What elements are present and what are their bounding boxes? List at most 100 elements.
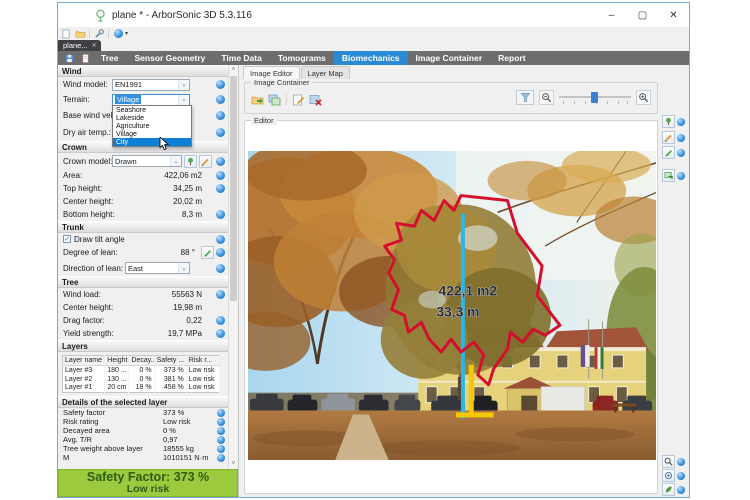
help-icon[interactable] bbox=[216, 210, 225, 219]
wind-model-combo[interactable]: EN1991 ⌄ bbox=[112, 79, 190, 91]
copy-to-layer-map-button[interactable] bbox=[662, 169, 675, 182]
yield-strength-value: 19,7 MPa bbox=[168, 329, 202, 338]
help-icon[interactable] bbox=[216, 128, 225, 137]
terrain-option-village[interactable]: Village bbox=[113, 130, 191, 138]
menu-tomograms[interactable]: Tomograms bbox=[270, 51, 334, 65]
crown-model-combo[interactable]: Drawn ⌄ bbox=[112, 155, 182, 167]
open-project-icon[interactable] bbox=[74, 28, 86, 39]
drag-factor-label: Drag factor: bbox=[63, 316, 105, 325]
tab-layer-map[interactable]: Layer Map bbox=[301, 66, 350, 79]
menu-report[interactable]: Report bbox=[490, 51, 533, 65]
help-icon[interactable] bbox=[216, 264, 225, 273]
layer-row-1[interactable]: Layer #1 20 cm 18 % 458 % Low risk bbox=[63, 384, 220, 393]
chevron-down-icon[interactable]: ⌄ bbox=[170, 156, 181, 166]
help-icon[interactable] bbox=[677, 458, 685, 466]
help-icon[interactable] bbox=[217, 445, 225, 453]
draw-crown-button[interactable] bbox=[662, 131, 675, 144]
magnifier-tool-button[interactable] bbox=[662, 455, 675, 468]
crown-draw-button[interactable] bbox=[199, 155, 212, 168]
scroll-up-icon[interactable]: ˄ bbox=[229, 65, 238, 75]
tab-image-editor[interactable]: Image Editor bbox=[243, 66, 300, 79]
help-icon[interactable] bbox=[112, 28, 124, 39]
zoom-in-icon[interactable] bbox=[636, 90, 651, 105]
toolbar-separator bbox=[89, 29, 90, 38]
report-file-icon[interactable] bbox=[80, 53, 90, 63]
col-layer-name[interactable]: Layer name bbox=[63, 356, 105, 366]
draw-tilt-checkbox[interactable]: ✓ bbox=[63, 235, 71, 243]
help-icon[interactable] bbox=[677, 118, 685, 126]
draw-lean-button[interactable] bbox=[201, 246, 214, 259]
new-project-icon[interactable] bbox=[60, 28, 72, 39]
chevron-down-icon[interactable]: ⌄ bbox=[178, 95, 189, 105]
col-risk[interactable]: Risk r... bbox=[186, 356, 219, 366]
menu-sensor-geometry[interactable]: Sensor Geometry bbox=[127, 51, 214, 65]
crown-bottom-row: Bottom height: 8,3 m bbox=[58, 208, 228, 221]
save-icon[interactable] bbox=[64, 53, 74, 63]
filter-funnel-button[interactable] bbox=[516, 90, 534, 105]
scroll-down-icon[interactable]: ˅ bbox=[229, 459, 238, 469]
tree-photo[interactable]: 422,1 m2 33,3 m bbox=[248, 151, 656, 460]
focus-tool-button[interactable] bbox=[662, 469, 675, 482]
help-icon[interactable] bbox=[216, 184, 225, 193]
help-icon[interactable] bbox=[216, 95, 225, 104]
zoom-slider[interactable] bbox=[559, 90, 631, 105]
menu-biomechanics[interactable]: Biomechanics bbox=[334, 51, 408, 65]
help-icon[interactable] bbox=[216, 290, 225, 299]
scrollbar-thumb[interactable] bbox=[230, 76, 237, 301]
menu-time-data[interactable]: Time Data bbox=[213, 51, 269, 65]
layer-row-3[interactable]: Layer #3 180 ... 0 % 373 % Low risk bbox=[63, 366, 220, 375]
help-dropdown-caret[interactable]: ▾ bbox=[125, 30, 128, 37]
close-button[interactable]: ✕ bbox=[658, 3, 689, 27]
help-icon[interactable] bbox=[677, 149, 685, 157]
col-height[interactable]: Height bbox=[105, 356, 129, 366]
help-icon[interactable] bbox=[677, 172, 685, 180]
help-icon[interactable] bbox=[217, 418, 225, 426]
col-decay[interactable]: Decay... bbox=[129, 356, 154, 366]
chevron-down-icon[interactable]: ⌄ bbox=[178, 263, 189, 273]
help-icon[interactable] bbox=[677, 134, 685, 142]
drag-factor-value: 0,22 bbox=[186, 316, 202, 325]
edit-image-button[interactable] bbox=[291, 92, 306, 107]
menu-tree[interactable]: Tree bbox=[93, 51, 127, 65]
settings-wrench-icon[interactable] bbox=[93, 28, 105, 39]
crown-from-tree-button[interactable] bbox=[184, 155, 197, 168]
import-image-button[interactable] bbox=[250, 92, 265, 107]
help-icon[interactable] bbox=[216, 157, 225, 166]
sidebar-scrollbar[interactable]: ˄ ˅ bbox=[228, 65, 238, 469]
help-icon[interactable] bbox=[217, 454, 225, 462]
draw-tilt-angle-button[interactable] bbox=[662, 146, 675, 159]
menu-image-container[interactable]: Image Container bbox=[408, 51, 491, 65]
help-icon[interactable] bbox=[216, 329, 225, 338]
terrain-option-agriculture[interactable]: Agriculture bbox=[113, 122, 191, 130]
help-icon[interactable] bbox=[677, 486, 685, 494]
maximize-button[interactable]: ▢ bbox=[627, 3, 658, 27]
help-icon[interactable] bbox=[216, 316, 225, 325]
terrain-combo[interactable]: Village ⌄ bbox=[112, 94, 190, 106]
remove-image-button[interactable] bbox=[308, 92, 323, 107]
terrain-option-seashore[interactable]: Seashore bbox=[113, 106, 191, 114]
zoom-out-icon[interactable] bbox=[539, 90, 554, 105]
minimize-button[interactable]: – bbox=[596, 3, 627, 27]
help-icon[interactable] bbox=[217, 409, 225, 417]
terrain-option-city[interactable]: City bbox=[113, 138, 191, 146]
help-icon[interactable] bbox=[216, 111, 225, 120]
leaf-tool-button[interactable] bbox=[662, 483, 675, 496]
help-icon[interactable] bbox=[217, 427, 225, 435]
col-safety[interactable]: Safety ... bbox=[154, 356, 186, 366]
image-container-toolbar bbox=[250, 92, 323, 107]
layer-row-2[interactable]: Layer #2 130 ... 0 % 381 % Low risk bbox=[63, 375, 220, 384]
help-icon[interactable] bbox=[216, 80, 225, 89]
help-icon[interactable] bbox=[216, 235, 225, 244]
help-icon[interactable] bbox=[216, 248, 225, 257]
slider-thumb[interactable] bbox=[591, 92, 598, 103]
tree-tool-button[interactable] bbox=[662, 115, 675, 128]
help-icon[interactable] bbox=[217, 436, 225, 444]
chevron-down-icon[interactable]: ⌄ bbox=[178, 80, 189, 90]
document-tab-plane[interactable]: plane... ✕ bbox=[58, 40, 101, 51]
help-icon[interactable] bbox=[677, 472, 685, 480]
terrain-option-lakeside[interactable]: Lakeside bbox=[113, 114, 191, 122]
tab-close-icon[interactable]: ✕ bbox=[92, 42, 97, 49]
help-icon[interactable] bbox=[216, 171, 225, 180]
copy-image-button[interactable] bbox=[267, 92, 282, 107]
direction-of-lean-combo[interactable]: East ⌄ bbox=[125, 262, 190, 274]
